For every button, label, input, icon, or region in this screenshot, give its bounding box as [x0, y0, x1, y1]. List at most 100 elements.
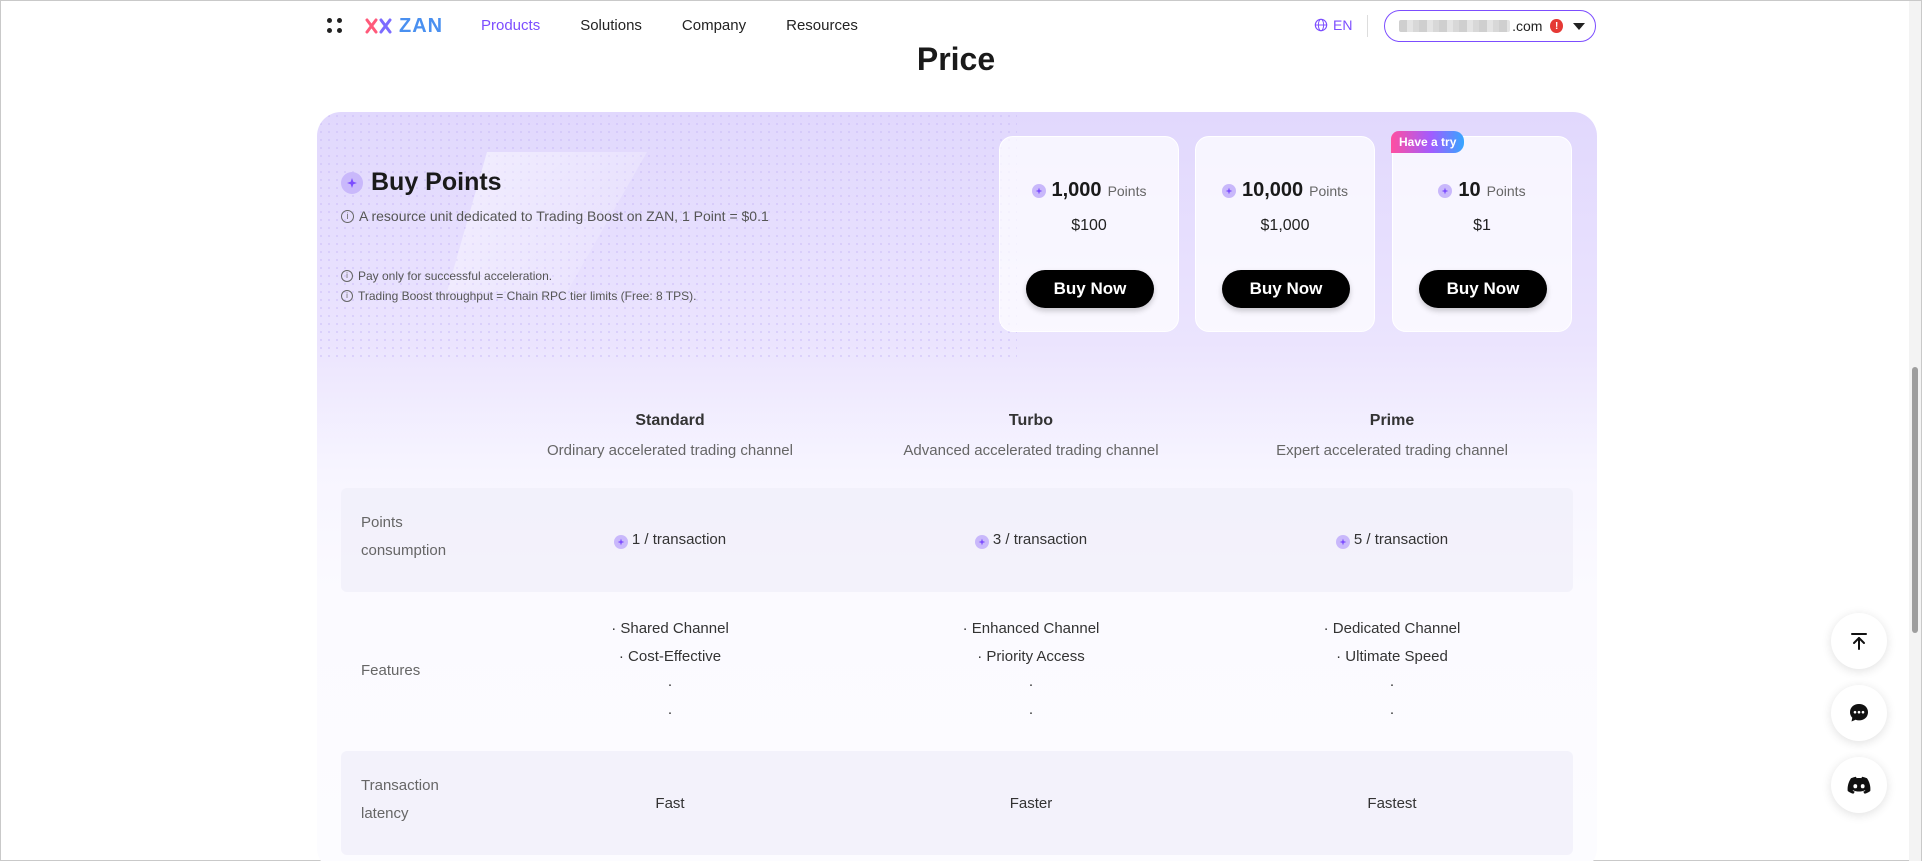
star-coin-icon	[613, 535, 628, 549]
cell-points-standard: 1 / transaction	[510, 531, 830, 549]
star-coin-icon	[1335, 535, 1350, 549]
page-scrollbar[interactable]	[1909, 1, 1921, 861]
row-label-line: Points	[361, 514, 403, 531]
buy-points-description: i A resource unit dedicated to Trading B…	[341, 208, 769, 224]
feature-item: ·	[1389, 704, 1395, 721]
arrow-up-to-top-icon	[1851, 633, 1867, 650]
star-coin-icon	[1031, 183, 1046, 198]
row-label-transaction-latency: Transaction latency	[361, 772, 471, 828]
buy-now-button[interactable]: Buy Now	[1419, 270, 1547, 308]
cell-points-turbo: 3 / transaction	[871, 531, 1191, 549]
buy-points-heading: Buy Points	[341, 168, 502, 197]
buy-points-title: Buy Points	[371, 168, 502, 196]
alert-badge: !	[1550, 19, 1563, 33]
account-email-suffix: .com	[1512, 18, 1543, 34]
cell-latency-standard: Fast	[655, 795, 685, 812]
row-label-line: latency	[361, 805, 409, 822]
row-label-line: consumption	[361, 542, 447, 559]
chat-button[interactable]	[1831, 685, 1887, 741]
description-text: A resource unit dedicated to Trading Boo…	[359, 208, 769, 224]
nav-item-solutions[interactable]: Solutions	[580, 17, 642, 34]
redacted-email	[1399, 20, 1511, 32]
feature-item: ·	[667, 676, 673, 693]
cell-features-standard: · Shared Channel · Cost-Effective · ·	[510, 615, 830, 727]
tier-name: Turbo	[1008, 412, 1054, 429]
tier-description: Advanced accelerated trading channel	[903, 442, 1159, 459]
caret-down-icon	[1573, 22, 1585, 30]
package-price: $100	[1071, 217, 1107, 234]
account-menu-button[interactable]: .com !	[1384, 10, 1596, 42]
feature-item: ·	[1389, 676, 1395, 693]
nav-item-resources[interactable]: Resources	[786, 17, 858, 34]
package-card-10000: 10,000 Points $1,000 Buy Now	[1195, 136, 1375, 332]
grid-dots-icon[interactable]	[327, 18, 343, 34]
points-unit: Points	[1107, 183, 1147, 199]
decorative-dot-pattern	[317, 112, 1017, 362]
nav-item-products[interactable]: Products	[481, 17, 540, 34]
cell-points-prime: 5 / transaction	[1232, 531, 1552, 549]
feature-item: ·	[667, 704, 673, 721]
cell-value: 5 / transaction	[1353, 531, 1449, 548]
cell-features-turbo: · Enhanced Channel · Priority Access · ·	[871, 615, 1191, 727]
tier-prime: Prime Expert accelerated trading channel	[1232, 412, 1552, 459]
logo-text: ZAN	[399, 14, 444, 37]
cell-latency-prime: Fastest	[1367, 795, 1417, 812]
tier-turbo: Turbo Advanced accelerated trading chann…	[871, 412, 1191, 459]
buy-now-button[interactable]: Buy Now	[1026, 270, 1154, 308]
package-card-1000: 1,000 Points $100 Buy Now	[999, 136, 1179, 332]
points-unit: Points	[1309, 183, 1349, 199]
tier-name: Prime	[1369, 412, 1415, 429]
cell-latency-turbo: Faster	[1009, 795, 1053, 812]
package-card-10: Have a try 10 Points $1 Buy Now	[1391, 131, 1572, 332]
feature-item: · Cost-Effective	[618, 648, 722, 665]
row-label-points-consumption: Points consumption	[361, 509, 471, 565]
note-text: Pay only for successful acceleration.	[358, 269, 553, 283]
feature-item: · Priority Access	[977, 648, 1085, 665]
tier-description: Ordinary accelerated trading channel	[547, 442, 793, 459]
points-unit: Points	[1486, 183, 1526, 199]
tier-name: Standard	[635, 412, 705, 429]
feature-item: · Shared Channel	[611, 620, 729, 637]
discord-icon	[1847, 776, 1871, 794]
cell-value: 3 / transaction	[992, 531, 1088, 548]
zan-logo-mark-icon	[365, 18, 392, 34]
page-title: Price	[916, 41, 996, 77]
package-points: 10 Points	[1393, 179, 1571, 202]
star-coin-icon	[1221, 183, 1236, 198]
points-amount: 10	[1458, 179, 1481, 201]
language-label: EN	[1333, 17, 1353, 33]
points-amount: 1,000	[1051, 179, 1102, 201]
globe-icon	[1314, 18, 1328, 32]
have-a-try-badge: Have a try	[1391, 131, 1465, 153]
info-circle-icon: i	[341, 270, 353, 282]
main-nav: Products Solutions Company Resources	[481, 17, 898, 34]
info-circle-icon: i	[341, 290, 353, 302]
star-coin-icon	[1438, 183, 1453, 198]
info-circle-icon: i	[341, 209, 354, 223]
package-points: 10,000 Points	[1196, 179, 1374, 202]
pricing-panel: Buy Points i A resource unit dedicated t…	[317, 112, 1597, 861]
back-to-top-button[interactable]	[1831, 613, 1887, 669]
tier-description: Expert accelerated trading channel	[1276, 442, 1508, 459]
package-price: $1	[1473, 217, 1491, 234]
scrollbar-thumb[interactable]	[1912, 367, 1918, 633]
row-label-line: Transaction	[361, 777, 439, 794]
header-divider	[1367, 15, 1368, 37]
nav-item-company[interactable]: Company	[682, 17, 746, 34]
tier-standard: Standard Ordinary accelerated trading ch…	[510, 412, 830, 459]
language-switcher[interactable]: EN	[1314, 17, 1352, 33]
package-price: $1,000	[1260, 217, 1310, 234]
row-label-features: Features	[361, 662, 421, 679]
discord-button[interactable]	[1831, 757, 1887, 813]
zan-logo[interactable]: ZAN	[365, 15, 443, 37]
feature-item: ·	[1028, 704, 1034, 721]
note-pay-only: i Pay only for successful acceleration.	[341, 269, 552, 283]
chat-bubble-icon	[1850, 704, 1868, 722]
feature-item: · Enhanced Channel	[962, 620, 1100, 637]
feature-item: · Dedicated Channel	[1323, 620, 1461, 637]
buy-now-button[interactable]: Buy Now	[1222, 270, 1350, 308]
star-coin-icon	[974, 535, 989, 549]
points-amount: 10,000	[1241, 179, 1304, 201]
note-text: Trading Boost throughput = Chain RPC tie…	[358, 289, 697, 303]
note-throughput: i Trading Boost throughput = Chain RPC t…	[341, 289, 696, 303]
